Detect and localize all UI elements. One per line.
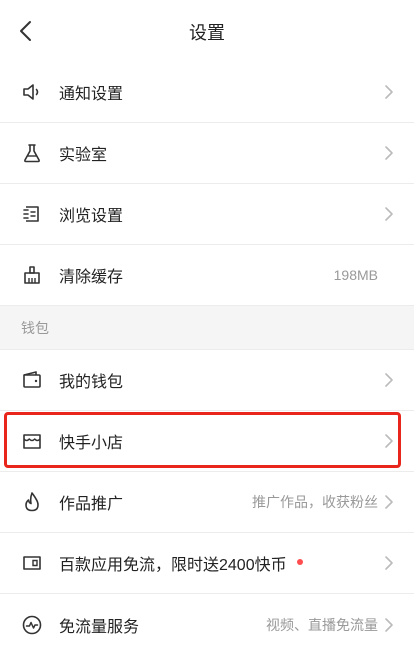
back-button[interactable] (8, 14, 42, 48)
cache-size-value: 198MB (333, 267, 378, 283)
chevron-left-icon (20, 21, 31, 41)
browse-settings-item[interactable]: 浏览设置 (0, 184, 414, 245)
browse-icon (21, 203, 43, 225)
section-title: 钱包 (21, 320, 49, 336)
item-label: 浏览设置 (59, 208, 124, 225)
item-label: 实验室 (59, 147, 108, 164)
chevron-right-icon (385, 207, 393, 221)
pulse-icon (21, 614, 43, 636)
chevron-right-icon (385, 373, 393, 387)
free-traffic-service-item[interactable]: 免流量服务 视频、直播免流量 (0, 594, 414, 655)
chevron-right-icon (385, 85, 393, 99)
wallet-icon (21, 369, 43, 391)
page-title: 设置 (189, 23, 225, 43)
free-data-apps-item[interactable]: 百款应用免流，限时送2400快币 (0, 533, 414, 594)
item-label: 清除缓存 (59, 269, 124, 286)
content-promotion-item[interactable]: 作品推广 推广作品，收获粉丝 (0, 472, 414, 533)
notification-settings-item[interactable]: 通知设置 (0, 62, 414, 123)
free-traffic-subtitle: 视频、直播免流量 (266, 616, 378, 633)
speaker-icon (21, 81, 43, 103)
settings-list: 通知设置 实验室 浏览设置 清除缓存 198MB 钱包 我的钱包 快手小店 作品… (0, 62, 414, 655)
store-icon (21, 430, 43, 452)
chevron-right-icon (385, 556, 393, 570)
chevron-right-icon (385, 617, 393, 632)
wallet-section-header: 钱包 (0, 306, 414, 350)
lab-item[interactable]: 实验室 (0, 123, 414, 184)
my-wallet-item[interactable]: 我的钱包 (0, 350, 414, 411)
ticket-icon (21, 552, 43, 574)
item-label: 我的钱包 (59, 374, 124, 391)
kuaishou-store-item[interactable]: 快手小店 (0, 411, 414, 472)
notification-dot (296, 559, 303, 565)
flame-icon (21, 491, 43, 513)
chevron-right-icon (385, 146, 393, 160)
header-bar: 设置 (0, 0, 414, 63)
item-label: 通知设置 (59, 86, 124, 103)
item-label: 百款应用免流，限时送2400快币 (59, 533, 303, 593)
free-data-apps-label: 百款应用免流，限时送2400快币 (59, 557, 287, 574)
chevron-right-icon (385, 434, 393, 448)
chevron-right-icon (385, 495, 393, 509)
broom-icon (21, 264, 43, 286)
promotion-subtitle: 推广作品，收获粉丝 (252, 494, 378, 510)
item-label: 快手小店 (59, 435, 124, 452)
item-label: 免流量服务 (59, 618, 140, 636)
flask-icon (21, 142, 43, 164)
clear-cache-item[interactable]: 清除缓存 198MB (0, 245, 414, 306)
item-label: 作品推广 (59, 496, 124, 513)
